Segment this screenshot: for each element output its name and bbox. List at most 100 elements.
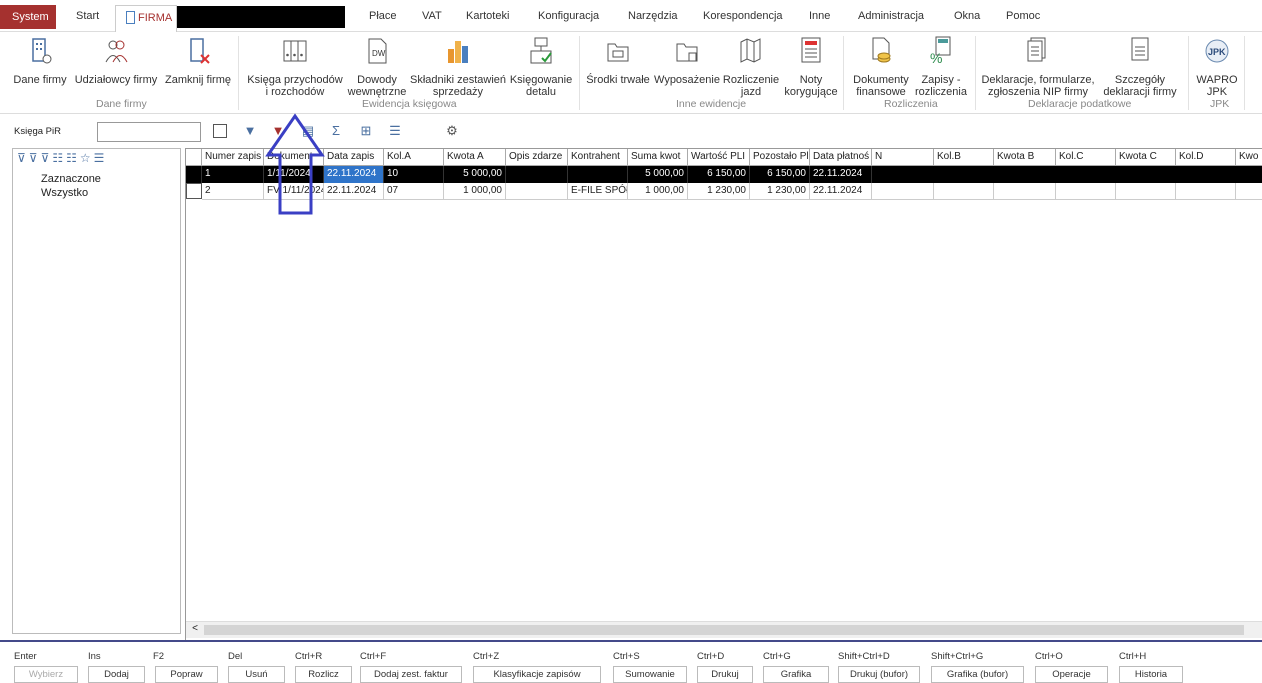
- cell-kontrahent[interactable]: E-FILE SPÓŁI: [568, 183, 628, 200]
- column-header[interactable]: Kwo: [1236, 149, 1262, 166]
- cell-data[interactable]: 22.11.2024: [324, 183, 384, 200]
- rozlicz-button[interactable]: Rozlicz: [295, 666, 352, 683]
- menu-inne[interactable]: Inne: [809, 10, 830, 22]
- column-header[interactable]: Kwota C: [1116, 149, 1176, 166]
- menu-place[interactable]: Płace: [369, 10, 397, 22]
- wyposazenie-button[interactable]: Wyposażenie: [652, 32, 722, 86]
- column-header[interactable]: Data zapis: [324, 149, 384, 166]
- column-header[interactable]: Suma kwot: [628, 149, 688, 166]
- menu-firma[interactable]: FIRMA: [115, 5, 177, 32]
- menu-kartoteki[interactable]: Kartoteki: [466, 10, 509, 22]
- noty-button[interactable]: Noty korygujące: [782, 32, 840, 98]
- cell-pozostalo[interactable]: 6 150,00: [750, 166, 810, 183]
- ksiegowanie-button[interactable]: Księgowanie detalu: [506, 32, 576, 98]
- column-header[interactable]: Opis zdarze: [506, 149, 568, 166]
- column-header[interactable]: Wartość PLI: [688, 149, 750, 166]
- udzialowcy-button[interactable]: Udziałowcy firmy: [72, 32, 160, 86]
- drukuj-bufor-button[interactable]: Drukuj (bufor): [838, 666, 920, 683]
- column-header[interactable]: Kwota B: [994, 149, 1056, 166]
- column-header[interactable]: Data płatnoś: [810, 149, 872, 166]
- cell-empty[interactable]: [1236, 183, 1262, 200]
- column-header[interactable]: Kwota A: [444, 149, 506, 166]
- menu-narzedzia[interactable]: Narzędzia: [628, 10, 678, 22]
- column-header[interactable]: N: [872, 149, 934, 166]
- menu-pomoc[interactable]: Pomoc: [1006, 10, 1040, 22]
- panel-toolbar-icons[interactable]: ⊽⊽⊽☷☷☆☰: [17, 151, 177, 169]
- menu-vat[interactable]: VAT: [422, 10, 442, 22]
- column-header[interactable]: Kol.B: [934, 149, 994, 166]
- sum-icon[interactable]: Σ: [328, 123, 344, 139]
- deklaracje-button[interactable]: Deklaracje, formularze, zgłoszenia NIP f…: [980, 32, 1096, 98]
- historia-button[interactable]: Historia: [1119, 666, 1183, 683]
- menu-system[interactable]: System: [0, 5, 56, 29]
- menu-konfiguracja[interactable]: Konfiguracja: [538, 10, 599, 22]
- zamknij-firme-button[interactable]: Zamknij firmę: [162, 32, 234, 86]
- cell-platnosc[interactable]: 22.11.2024: [810, 166, 872, 183]
- horizontal-scrollbar[interactable]: <: [186, 621, 1262, 638]
- cell-empty[interactable]: [872, 166, 1262, 183]
- tree-icon[interactable]: ☰: [387, 123, 403, 139]
- menu-okna[interactable]: Okna: [954, 10, 980, 22]
- rozliczenie-jazd-button[interactable]: Rozliczenie jazd: [722, 32, 780, 98]
- column-header[interactable]: Numer zapis: [202, 149, 264, 166]
- dane-firmy-button[interactable]: Dane firmy: [12, 32, 68, 86]
- cell-empty[interactable]: [872, 183, 934, 200]
- cell-kwotaa[interactable]: 1 000,00: [444, 183, 506, 200]
- menu-administracja[interactable]: Administracja: [858, 10, 924, 22]
- sumowanie-button[interactable]: Sumowanie: [613, 666, 687, 683]
- dodaj-zest-faktur-button[interactable]: Dodaj zest. faktur: [360, 666, 462, 683]
- cell-empty[interactable]: [934, 183, 994, 200]
- grafika-bufor-button[interactable]: Grafika (bufor): [931, 666, 1024, 683]
- column-header[interactable]: Kol.D: [1176, 149, 1236, 166]
- drukuj-button[interactable]: Drukuj: [697, 666, 753, 683]
- filter-icon[interactable]: ▼: [242, 123, 258, 139]
- operacje-button[interactable]: Operacje: [1035, 666, 1108, 683]
- cell-wartosc[interactable]: 1 230,00: [688, 183, 750, 200]
- dowody-button[interactable]: DW Dowody wewnętrzne: [345, 32, 409, 98]
- scroll-left-icon[interactable]: <: [188, 623, 202, 637]
- cell-empty[interactable]: [1116, 183, 1176, 200]
- cell-opis[interactable]: [506, 183, 568, 200]
- cell-kwotaa[interactable]: 5 000,00: [444, 166, 506, 183]
- zapisy-rozliczenia-button[interactable]: % Zapisy - rozliczenia: [913, 32, 969, 98]
- ksiega-button[interactable]: Księga przychodów i rozchodów: [245, 32, 345, 98]
- cell-kola[interactable]: 10: [384, 166, 444, 183]
- menu-start[interactable]: Start: [76, 10, 99, 22]
- list-item-zaznaczone[interactable]: Zaznaczone: [41, 173, 101, 185]
- column-header[interactable]: Kontrahent: [568, 149, 628, 166]
- dodaj-button[interactable]: Dodaj: [88, 666, 145, 683]
- szczegoly-button[interactable]: Szczegóły deklaracji firmy: [1096, 32, 1184, 98]
- srodki-trwale-button[interactable]: Środki trwałe: [585, 32, 651, 86]
- ksiega-input[interactable]: [97, 122, 201, 142]
- cell-opis[interactable]: [506, 166, 568, 183]
- cell-numer[interactable]: 2: [202, 183, 264, 200]
- popraw-button[interactable]: Popraw: [155, 666, 218, 683]
- cell-suma[interactable]: 1 000,00: [628, 183, 688, 200]
- column-header[interactable]: Kol.A: [384, 149, 444, 166]
- cell-numer[interactable]: 1: [202, 166, 264, 183]
- skladniki-button[interactable]: Składniki zestawień sprzedaży: [410, 32, 506, 98]
- cell-suma[interactable]: 5 000,00: [628, 166, 688, 183]
- cell-kola[interactable]: 07: [384, 183, 444, 200]
- cell-empty[interactable]: [1176, 183, 1236, 200]
- settings-icon[interactable]: ⚙: [444, 123, 460, 139]
- column-header[interactable]: Pozostało Pl: [750, 149, 810, 166]
- cell-pozostalo[interactable]: 1 230,00: [750, 183, 810, 200]
- wapro-jpk-button[interactable]: JPK WAPRO JPK: [1194, 32, 1240, 98]
- menu-korespondencja[interactable]: Korespondencja: [703, 10, 783, 22]
- column-header[interactable]: Kol.C: [1056, 149, 1116, 166]
- cell-data[interactable]: 22.11.2024: [324, 166, 384, 183]
- wybierz-button[interactable]: Wybierz: [14, 666, 78, 683]
- dokumenty-finansowe-button[interactable]: Dokumenty finansowe: [849, 32, 913, 98]
- list-item-wszystko[interactable]: Wszystko: [41, 187, 88, 199]
- usun-button[interactable]: Usuń: [228, 666, 285, 683]
- cell-kontrahent[interactable]: [568, 166, 628, 183]
- klasyfikacje-button[interactable]: Klasyfikacje zapisów: [473, 666, 601, 683]
- checkbox-icon[interactable]: [213, 124, 227, 138]
- cell-empty[interactable]: [994, 183, 1056, 200]
- export-icon[interactable]: ⊞: [358, 123, 374, 139]
- cell-empty[interactable]: [1056, 183, 1116, 200]
- grafika-button[interactable]: Grafika: [763, 666, 829, 683]
- cell-platnosc[interactable]: 22.11.2024: [810, 183, 872, 200]
- scroll-thumb[interactable]: [204, 625, 1244, 635]
